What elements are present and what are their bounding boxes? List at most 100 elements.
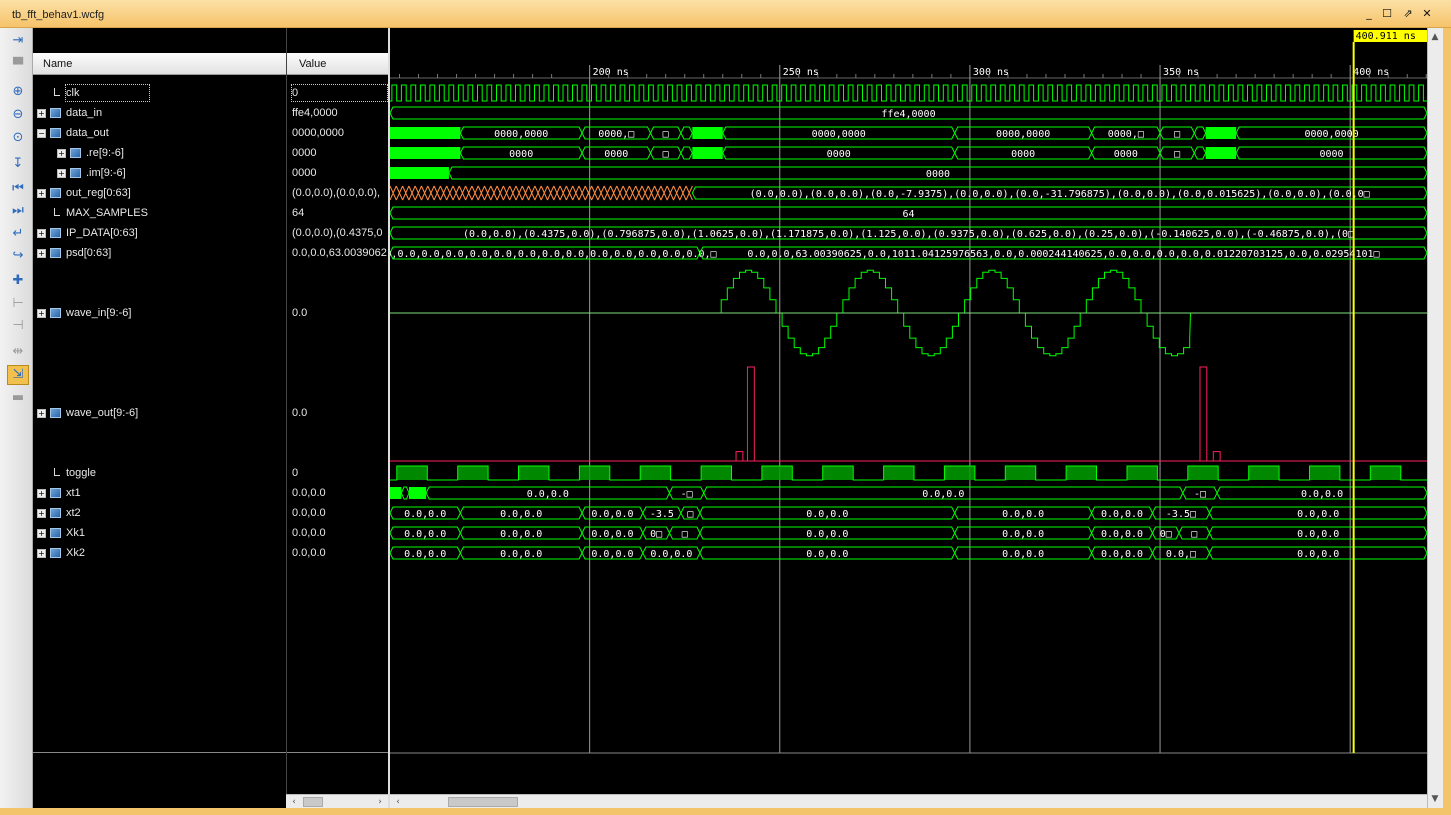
xt1-segment-value: 0.0,0.0 — [922, 489, 964, 500]
signal-row-data_in[interactable]: + data_in — [33, 105, 283, 121]
previous-marker-icon[interactable]: ⊢ — [8, 295, 28, 313]
re-bus-segment — [680, 146, 693, 160]
expand-icon[interactable]: + — [37, 249, 46, 258]
signal-row-xk1[interactable]: + Xk1 — [33, 525, 283, 541]
go-to-start-icon[interactable]: ⏮ — [8, 180, 28, 198]
expand-icon[interactable]: + — [37, 229, 46, 238]
swap-cursors-icon[interactable]: ⇹ — [8, 343, 28, 361]
bus-signal-icon — [50, 248, 61, 258]
bus-signal-icon — [50, 488, 61, 498]
signal-value-xk2: 0.0,0.0 — [292, 547, 326, 559]
signal-name: .im[9:-6] — [86, 167, 126, 179]
go-to-end-icon[interactable]: ⏭ — [8, 202, 28, 220]
signal-row-wave_in[interactable]: + wave_in[9:-6] — [33, 305, 283, 321]
signal-name: .re[9:-6] — [86, 147, 124, 159]
signal-row-wave_out[interactable]: + wave_out[9:-6] — [33, 405, 283, 421]
signal-row-im[interactable]: + .im[9:-6] — [33, 165, 283, 181]
signal-row-xt1[interactable]: + xt1 — [33, 485, 283, 501]
waveform-horizontal-scrollbar[interactable]: ‹ — [390, 794, 1427, 808]
name-column-header[interactable]: Name — [33, 53, 286, 75]
toggle-high-pulse — [640, 466, 671, 480]
signal-row-max_samples[interactable]: MAX_SAMPLES — [33, 205, 283, 221]
title-bar[interactable]: tb_fft_behav1.wcfg _ ☐ ⇗ ✕ — [0, 0, 1451, 28]
cursor-to-zero-icon[interactable]: ↧ — [8, 155, 28, 173]
max_samples-segment-value: 64 — [902, 209, 914, 220]
signal-row-ip_data[interactable]: + IP_DATA[0:63] — [33, 225, 283, 241]
value-column-header[interactable]: Value — [287, 53, 388, 75]
expand-icon[interactable]: + — [37, 509, 46, 518]
expand-icon[interactable]: + — [37, 109, 46, 118]
values-scroll-thumb[interactable] — [303, 797, 323, 807]
waveform-plot[interactable]: 200 ns 250 ns 300 ns 350 ns 400 ns ffe4,0000 0… — [390, 28, 1427, 809]
im-filled-segment — [390, 167, 449, 179]
signal-row-psd[interactable]: + psd[0:63] — [33, 245, 283, 261]
waveform-canvas[interactable]: 200 ns 250 ns 300 ns 350 ns 400 ns ffe4,0000 0… — [388, 28, 1427, 809]
signal-row-out_reg[interactable]: + out_reg[0:63] — [33, 185, 283, 201]
ip_data-segment-value: (0.0,0.0),(0.4375,0.0),(0.796875,0.0),(1… — [463, 229, 1354, 240]
expand-icon[interactable]: + — [57, 169, 66, 178]
float-button[interactable]: ⇗ — [1401, 7, 1415, 21]
zoom-out-icon[interactable]: ⊖ — [8, 106, 28, 124]
zoom-in-icon[interactable]: ⊕ — [8, 83, 28, 101]
expand-icon[interactable]: + — [37, 529, 46, 538]
add-marker-icon[interactable]: ✚ — [8, 272, 28, 290]
signal-value-xt2: 0.0,0.0 — [292, 507, 326, 519]
bus-signal-icon — [70, 148, 81, 158]
signal-row-re[interactable]: + .re[9:-6] — [33, 145, 283, 161]
expand-icon[interactable]: + — [37, 549, 46, 558]
toggle-high-pulse — [1248, 466, 1280, 480]
scroll-up-icon[interactable]: ▲ — [1429, 30, 1441, 44]
vertical-scrollbar[interactable]: ▲ ▼ — [1427, 28, 1443, 809]
expand-icon[interactable]: + — [37, 489, 46, 498]
signal-row-data_out[interactable]: − data_out — [33, 125, 283, 141]
save-icon[interactable]: ▀ — [8, 57, 28, 75]
xk1-segment-value: 0.0,0.0 — [591, 529, 633, 540]
zoom-fit-icon[interactable]: ⊙ — [8, 129, 28, 147]
xk2-segment-value: 0.0,0.0 — [500, 549, 542, 560]
bus-signal-icon — [50, 308, 61, 318]
xt2-segment-value: 0.0,0.0 — [591, 509, 633, 520]
collapse-icon[interactable]: − — [37, 129, 46, 138]
next-transition-icon[interactable]: ↪ — [8, 247, 28, 265]
signal-value-clk: 0 — [291, 84, 388, 102]
bus-signal-icon — [70, 168, 81, 178]
signal-names-panel: Name clk + data_in − data_out + .re[9:-6] + .im[… — [33, 28, 286, 809]
signal-row-xk2[interactable]: + Xk2 — [33, 545, 283, 561]
wave-scroll-left-icon[interactable]: ‹ — [392, 795, 404, 809]
re-segment-value: □ — [663, 149, 669, 160]
values-horizontal-scrollbar[interactable]: ‹ › — [286, 794, 388, 808]
waveform-toolbar: ⇥ ▀ ⊕ ⊖ ⊙ ↧ ⏮ ⏭ ↵ ↪ ✚ ⊢ ⊣ ⇹ ⇲ ▬ — [0, 28, 33, 815]
scope-icon[interactable]: ⇥ — [8, 32, 28, 50]
xt2-segment-value: 0.0,0.0 — [404, 509, 446, 520]
floating-ruler-icon[interactable]: ▬ — [8, 389, 28, 407]
signal-row-xt2[interactable]: + xt2 — [33, 505, 283, 521]
next-marker-icon[interactable]: ⊣ — [8, 317, 28, 335]
expand-icon[interactable]: + — [37, 309, 46, 318]
data_out-filled-segment — [390, 127, 461, 139]
close-button[interactable]: ✕ — [1420, 7, 1434, 21]
maximize-button[interactable]: ☐ — [1380, 7, 1394, 21]
waveform-scroll-thumb[interactable] — [448, 797, 518, 807]
scroll-left-icon[interactable]: ‹ — [288, 795, 300, 809]
expand-icon[interactable]: + — [57, 149, 66, 158]
out_reg-unknown-region — [390, 185, 693, 201]
previous-transition-icon[interactable]: ↵ — [8, 225, 28, 243]
minimize-button[interactable]: _ — [1362, 7, 1376, 21]
wave_out-pulse — [1212, 451, 1221, 462]
window-title: tb_fft_behav1.wcfg — [12, 9, 105, 21]
xk2-segment-value: 0.0,0.0 — [1297, 549, 1339, 560]
snap-to-transition-icon[interactable]: ⇲ — [7, 365, 29, 385]
expand-icon[interactable]: + — [37, 189, 46, 198]
names-divider — [33, 752, 286, 753]
signal-name: wave_out[9:-6] — [66, 407, 139, 419]
toggle-high-pulse — [883, 466, 915, 480]
signal-row-toggle[interactable]: toggle — [33, 465, 283, 481]
expand-icon[interactable]: + — [37, 409, 46, 418]
scroll-down-icon[interactable]: ▼ — [1429, 792, 1441, 806]
signal-row-clk[interactable]: clk — [33, 84, 283, 102]
signal-value-im: 0000 — [292, 167, 317, 179]
xt1-filled-segment — [409, 487, 427, 499]
xk1-segment-value: □ — [682, 529, 688, 540]
data_out-segment-value: 0000,0000 — [812, 129, 866, 140]
scroll-right-icon[interactable]: › — [374, 795, 386, 809]
